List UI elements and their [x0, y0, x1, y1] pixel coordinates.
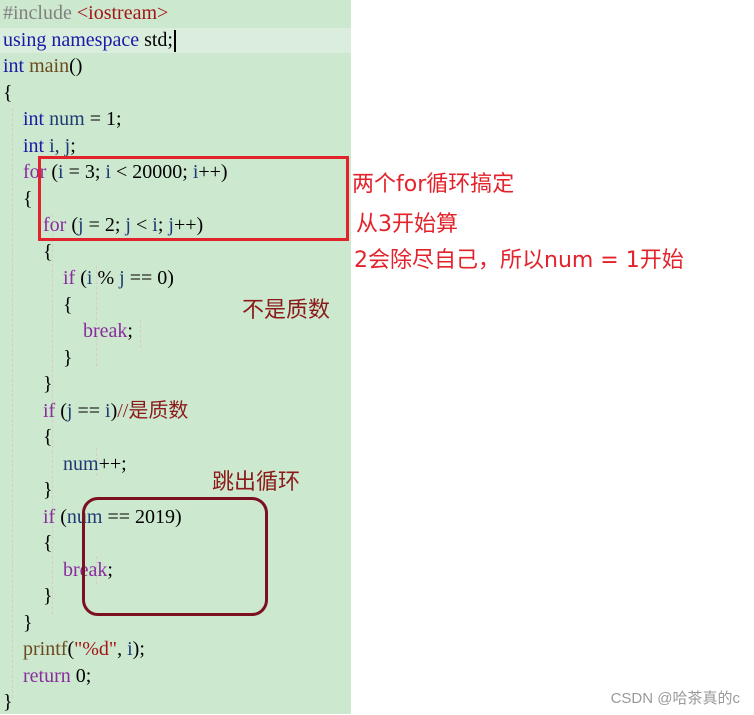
code-line: }: [3, 610, 33, 636]
code-token: {: [3, 532, 53, 554]
code-token: (: [55, 505, 67, 528]
code-line: }: [3, 477, 53, 503]
code-line: {: [3, 239, 53, 265]
code-token: (): [69, 55, 83, 77]
code-token: if: [43, 505, 56, 528]
code-line: }: [3, 689, 13, 715]
annotation-not-prime: 不是质数: [242, 298, 331, 323]
code-token: break: [83, 320, 128, 342]
code-token: if: [63, 267, 76, 289]
code-token: ;: [127, 320, 133, 342]
code-token: num: [63, 452, 99, 475]
code-token: ++;: [98, 452, 127, 475]
code-token: num: [49, 108, 85, 130]
code-token: }: [3, 691, 13, 713]
code-token: {: [3, 81, 13, 104]
annotation-start-from-3: 从3开始算: [356, 212, 458, 237]
code-line: if (j == i)//是质数: [3, 398, 188, 424]
code-token: namespace: [51, 28, 140, 51]
code-token: "%d": [74, 638, 118, 660]
code-line: using namespace std;: [3, 27, 176, 53]
code-token: main: [29, 55, 70, 77]
code-token: }: [3, 346, 73, 369]
code-token: int: [3, 55, 25, 77]
code-token: using: [3, 28, 47, 51]
code-token: = 1;: [84, 108, 122, 130]
code-token: ;: [70, 134, 76, 157]
watermark: CSDN @哈茶真的c: [610, 690, 740, 707]
code-token: %: [92, 267, 120, 289]
code-token: (: [55, 399, 67, 422]
code-line: return 0;: [3, 663, 91, 689]
code-token: {: [3, 293, 73, 316]
text-caret: [173, 29, 176, 52]
code-token: }: [3, 585, 53, 607]
code-token: return: [23, 664, 71, 687]
code-token: {: [3, 240, 53, 263]
code-token: (: [75, 267, 87, 289]
code-line: {: [3, 424, 53, 450]
code-line: }: [3, 371, 53, 397]
indent-guide: [140, 320, 141, 348]
code-token: std;: [139, 28, 173, 51]
break-condition-highlight-box: [82, 497, 268, 616]
code-token: 0;: [70, 664, 92, 687]
code-line: {: [3, 80, 13, 106]
code-line: {: [3, 292, 73, 318]
code-token: == 0): [124, 267, 174, 289]
code-token: );: [132, 638, 145, 660]
code-token: {: [3, 426, 53, 448]
for-loops-highlight-box: [38, 156, 349, 241]
code-token: {: [3, 187, 33, 210]
code-line: int i, j;: [3, 133, 76, 159]
code-line: int num = 1;: [3, 106, 122, 132]
code-line: printf("%d", i);: [3, 636, 145, 662]
code-token: }: [3, 611, 33, 634]
code-line: {: [3, 186, 33, 212]
code-line: }: [3, 583, 53, 609]
code-line: {: [3, 530, 53, 556]
code-token: }: [3, 373, 53, 395]
code-line: if (i % j == 0): [3, 265, 174, 291]
code-token: }: [3, 479, 53, 501]
code-token: int: [23, 134, 45, 157]
code-token: ,: [117, 638, 128, 660]
code-token: printf: [23, 638, 68, 660]
code-line: #include <iostream>: [3, 0, 168, 26]
code-line: }: [3, 345, 73, 371]
code-token: <iostream>: [76, 2, 169, 24]
code-token: #include: [3, 2, 77, 24]
code-token: //是质数: [117, 399, 189, 422]
code-token: ==: [72, 399, 106, 422]
code-token: int: [23, 108, 45, 130]
code-line: int main(): [3, 53, 82, 79]
annotation-two-for-loops: 两个for循环搞定: [352, 172, 515, 197]
code-token: if: [43, 399, 56, 422]
code-line: num++;: [3, 451, 127, 477]
annotation-num-starts-1: 2会除尽自己，所以num = 1开始: [354, 248, 684, 273]
annotation-break-loop: 跳出循环: [212, 470, 301, 495]
code-token: i, j: [49, 134, 71, 157]
code-line: break;: [3, 318, 133, 344]
